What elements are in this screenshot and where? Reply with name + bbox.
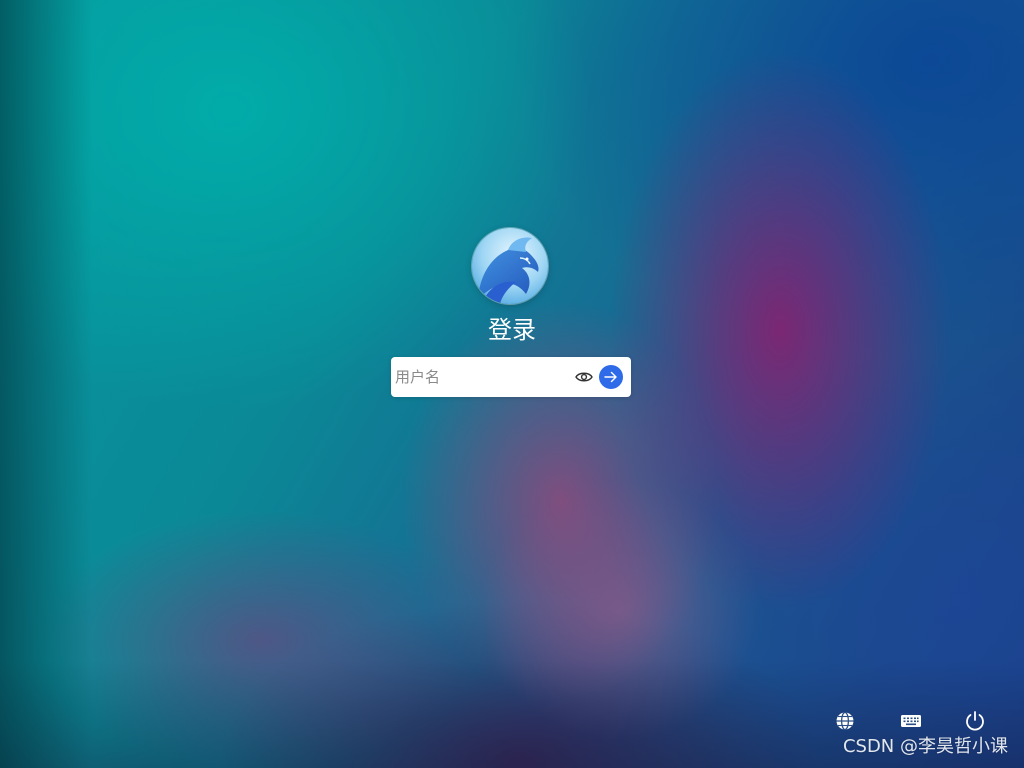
watermark-text: CSDN @李昊哲小课 — [842, 736, 1008, 757]
keyboard-icon — [901, 715, 921, 727]
dragon-avatar-icon — [472, 228, 548, 304]
login-form — [391, 357, 631, 397]
power-button[interactable] — [963, 709, 987, 733]
login-screen: 登录 用户名 CSDN @李昊哲小课 — [0, 0, 1024, 768]
power-icon — [966, 711, 984, 731]
eye-icon — [575, 372, 593, 382]
user-avatar[interactable] — [472, 228, 548, 304]
username-input[interactable] — [393, 363, 567, 391]
login-title: 登录 — [488, 316, 536, 344]
globe-icon — [836, 711, 854, 731]
password-visibility-toggle[interactable] — [574, 367, 594, 387]
language-button[interactable] — [833, 709, 857, 733]
keyboard-button[interactable] — [899, 709, 923, 733]
arrow-right-icon — [604, 371, 617, 383]
login-submit-button[interactable] — [599, 365, 623, 389]
